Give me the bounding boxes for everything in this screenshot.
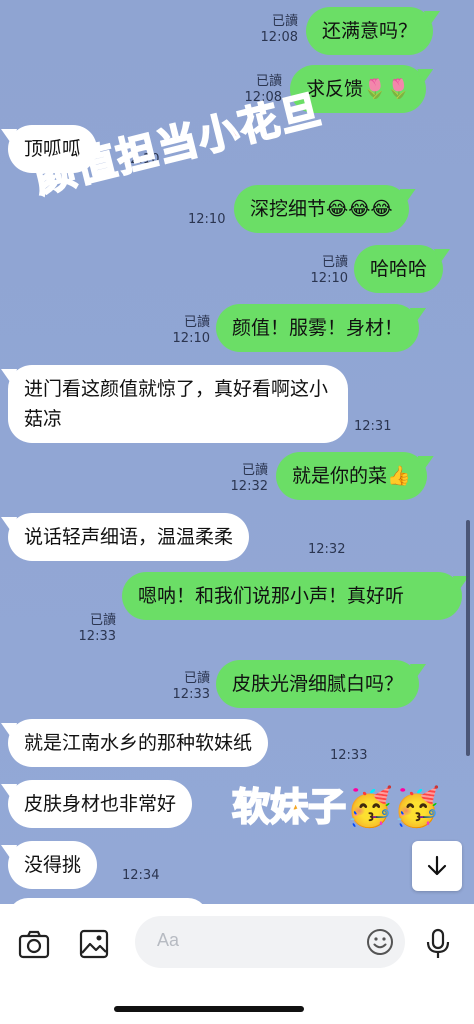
voice-button[interactable] [418,924,458,964]
message-time: 12:08 [260,30,298,45]
message-bubble-received[interactable]: 没得挑 [8,841,98,889]
read-receipt: 已讀 [321,255,348,270]
sticker-caption-orange: 软妹子🥳🥳 [231,784,442,830]
emoji-button[interactable] [365,927,395,957]
message-time: 12:33 [172,687,210,702]
read-receipt: 已讀 [183,315,210,330]
message-bubble-sent[interactable]: 还满意吗？ [306,7,434,55]
message-meta: 已讀 12:33 [166,671,210,703]
message-time: 12:10 [188,212,226,227]
read-receipt: 已讀 [241,463,268,478]
scrollbar[interactable] [466,520,470,756]
message-input-placeholder: Aa [157,930,180,950]
message-meta: 已讀 12:08 [250,14,298,46]
read-receipt: 已讀 [89,613,116,628]
message-bubble-sent[interactable]: 哈哈哈 [354,245,444,293]
message-time: 12:33 [330,748,368,763]
message-time: 12:33 [78,629,116,644]
message-time: 12:32 [308,542,346,557]
arrow-down-icon [427,855,447,876]
message-time: 12:10 [310,271,348,286]
gallery-button[interactable] [74,924,114,964]
microphone-icon [426,928,450,958]
image-icon [79,929,109,959]
message-time: 12:32 [230,479,268,494]
camera-icon [18,930,50,959]
message-meta: 已讀 12:33 [72,613,116,645]
message-composer: Aa [0,904,474,1024]
message-bubble-sent[interactable]: 皮肤光滑细腻白吗？ [216,660,420,708]
message-meta: 已讀 12:32 [224,463,268,495]
message-time: 12:31 [354,419,392,434]
chat-area[interactable]: 已讀 12:08 还满意吗？ 已讀 12:08 求反馈🌷🌷 顶呱呱 12:10 … [0,0,474,904]
message-bubble-received[interactable]: 进门看这颜值就惊了，真好看啊这小菇凉 [8,365,348,443]
message-bubble-sent[interactable]: 就是你的菜👍 [276,452,427,500]
read-receipt: 已讀 [183,671,210,686]
camera-button[interactable] [14,924,54,964]
message-time: 12:10 [172,331,210,346]
scroll-down-button[interactable] [412,841,462,891]
message-bubble-sent[interactable]: 深挖细节😂😂😂 [234,185,409,233]
home-indicator[interactable] [114,1006,304,1012]
message-bubble-received[interactable]: 就是江南水乡的那种软妹纸 [8,719,269,767]
message-time: 12:34 [122,868,160,883]
message-bubble-sent[interactable]: 颜值！服雾！身材！ [216,304,420,352]
message-bubble-sent[interactable]: 嗯呐！和我们说那小声！真好听 [122,572,462,620]
emoji-icon [367,929,393,955]
message-meta: 已讀 12:10 [166,315,210,347]
message-meta: 已讀 12:10 [304,255,348,287]
message-input[interactable]: Aa [135,916,405,968]
message-bubble-received[interactable]: 说话轻声细语，温温柔柔 [8,513,250,561]
read-receipt: 已讀 [271,14,298,29]
message-bubble-received[interactable]: 皮肤身材也非常好 [8,780,193,828]
